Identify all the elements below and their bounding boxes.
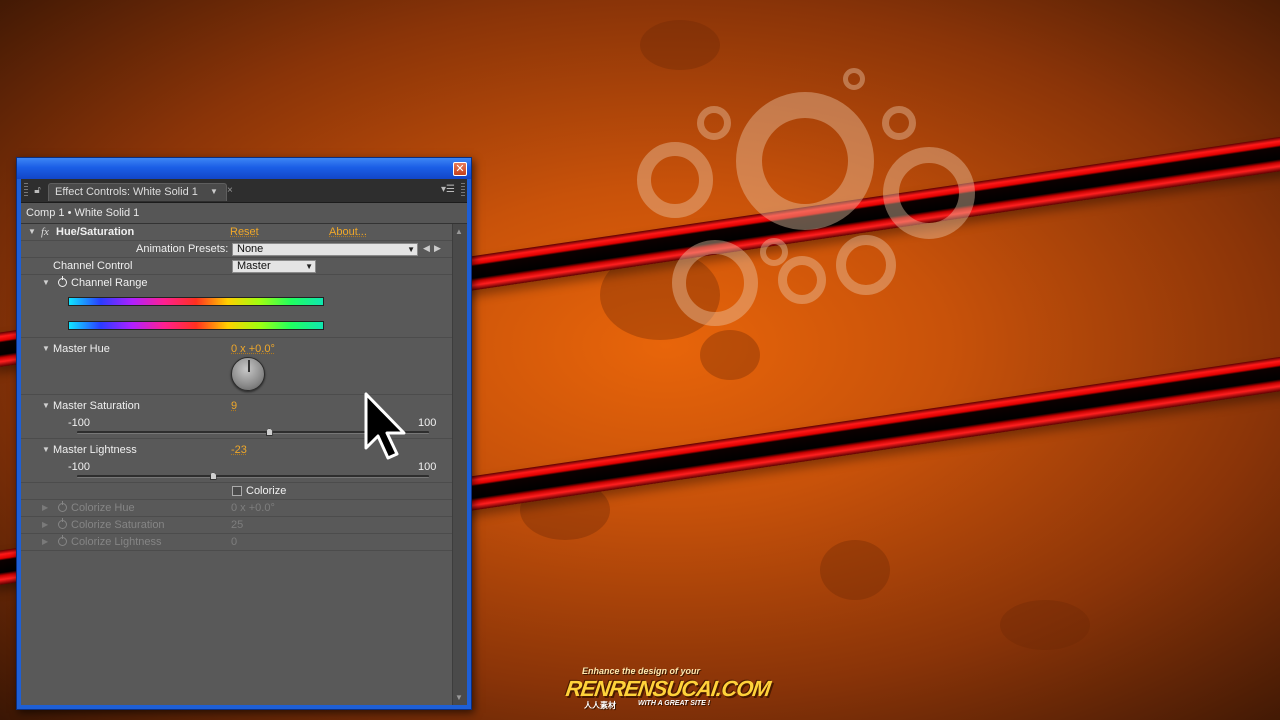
colorize-lightness-label: Colorize Lightness (58, 535, 162, 548)
stopwatch-icon[interactable] (58, 276, 67, 287)
channel-range-output-spectrum (68, 321, 324, 330)
watermark-chinese: 人人素材 (584, 701, 616, 710)
stopwatch-icon (58, 501, 67, 512)
colorize-lightness-row: ▶ Colorize Lightness 0 (21, 534, 452, 551)
colorize-saturation-text: Colorize Saturation (71, 519, 165, 531)
effect-header-row: ▼ fx Hue/Saturation Reset About... (21, 224, 452, 241)
channel-range-input-spectrum[interactable] (68, 297, 324, 306)
decor-ring (637, 142, 713, 218)
decor-ring (778, 256, 826, 304)
watermark-slogan: WITH A GREAT SITE ! (638, 700, 711, 707)
decor-ring (760, 238, 788, 266)
stopwatch-icon (58, 518, 67, 529)
colorize-hue-label: Colorize Hue (58, 501, 135, 514)
twirl-right-icon[interactable]: ▶ (42, 503, 48, 512)
colorize-saturation-label: Colorize Saturation (58, 518, 165, 531)
decor-ring (672, 240, 758, 326)
channel-range-label: Channel Range (58, 276, 148, 289)
colorize-saturation-row: ▶ Colorize Saturation 25 (21, 517, 452, 534)
master-lightness-label: Master Lightness (53, 444, 137, 456)
tab-close-icon[interactable]: × (227, 185, 233, 196)
master-lightness-value[interactable]: -23 (231, 444, 247, 456)
lightness-slider-thumb[interactable] (209, 472, 217, 480)
saturation-slider-thumb[interactable] (265, 428, 273, 436)
dropdown-arrow-icon: ▼ (305, 262, 313, 271)
colorize-hue-row: ▶ Colorize Hue 0 x +0.0° (21, 500, 452, 517)
watermark-brand: RENRENSUCAI.COM (564, 676, 772, 701)
colorize-saturation-value: 25 (231, 519, 244, 531)
colorize-checkbox[interactable] (232, 486, 242, 496)
mouse-cursor (364, 392, 406, 460)
decor-ring (836, 235, 896, 295)
colorize-hue-text: Colorize Hue (71, 502, 135, 514)
master-hue-label: Master Hue (53, 343, 110, 355)
colorize-row: Colorize (21, 483, 452, 500)
twirl-down-icon[interactable]: ▼ (42, 401, 50, 410)
twirl-down-icon[interactable]: ▼ (28, 227, 36, 236)
grip-handle-icon[interactable] (461, 183, 465, 198)
watermark-logo: Enhance the design of your RENRENSUCAI.C… (564, 666, 771, 714)
channel-control-row: Channel Control Master ▼ (21, 258, 452, 275)
master-saturation-label: Master Saturation (53, 400, 140, 412)
slider-min-label: -100 (68, 461, 91, 473)
master-hue-value[interactable]: 0 x +0.0° (231, 343, 275, 355)
twirl-right-icon[interactable]: ▶ (42, 537, 48, 546)
channel-control-dropdown[interactable]: Master ▼ (232, 260, 316, 273)
next-keyframe-icon[interactable]: ▶ (434, 243, 441, 254)
animation-presets-row: Animation Presets: None ▼ ◀ ▶ (21, 241, 452, 258)
dropdown-arrow-icon: ▼ (407, 245, 415, 254)
tab-effect-controls[interactable]: Effect Controls: White Solid 1 (48, 183, 227, 201)
stopwatch-icon (58, 535, 67, 546)
colorize-lightness-text: Colorize Lightness (71, 536, 162, 548)
hue-dial[interactable] (231, 357, 265, 391)
master-saturation-value[interactable]: 9 (231, 400, 237, 412)
channel-range-row: ▼ Channel Range (21, 275, 452, 338)
breadcrumb: Comp 1 • White Solid 1 (26, 207, 140, 219)
twirl-down-icon[interactable]: ▼ (42, 344, 50, 353)
lightness-slider-track[interactable] (77, 475, 429, 478)
twirl-down-icon[interactable]: ▼ (42, 445, 50, 454)
colorize-label: Colorize (246, 485, 287, 497)
animation-presets-value: None (237, 243, 264, 255)
slider-max-label: 100 (418, 461, 437, 473)
twirl-down-icon[interactable]: ▼ (42, 278, 50, 287)
reset-link[interactable]: Reset (230, 226, 259, 238)
colorize-hue-value: 0 x +0.0° (231, 502, 275, 514)
animation-presets-label: Animation Presets: (136, 243, 229, 255)
window-titlebar[interactable]: ✕ (17, 158, 471, 179)
slider-min-label: -100 (68, 417, 91, 429)
decor-ring (843, 68, 865, 90)
lock-icon[interactable]: 🔓︎ (31, 184, 44, 197)
scroll-down-icon[interactable]: ▼ (455, 693, 463, 702)
close-icon[interactable]: ✕ (453, 162, 467, 176)
channel-range-text: Channel Range (71, 277, 148, 289)
dropdown-arrow-icon[interactable]: ▼ (210, 187, 218, 196)
panel-menu-icon[interactable]: ▾☰ (441, 184, 455, 195)
decor-ring (882, 106, 916, 140)
decor-ring (883, 147, 975, 239)
colorize-lightness-value: 0 (231, 536, 238, 548)
decor-ring (697, 106, 731, 140)
prev-keyframe-icon[interactable]: ◀ (423, 243, 430, 254)
about-link[interactable]: About... (329, 226, 367, 238)
vertical-scrollbar[interactable]: ▲ ▼ (452, 224, 467, 705)
decor-ring (736, 92, 874, 230)
red-stripe-bottom (460, 352, 1280, 512)
watermark-tagline: Enhance the design of your (582, 666, 701, 676)
effect-name: Hue/Saturation (56, 226, 135, 238)
animation-presets-dropdown[interactable]: None ▼ (232, 243, 418, 256)
master-hue-row: ▼ Master Hue 0 x +0.0° (21, 338, 452, 395)
panel-tab-bar: 🔓︎ Effect Controls: White Solid 1 ▼ × ▾☰ (21, 179, 467, 203)
slider-max-label: 100 (418, 417, 437, 429)
channel-control-value: Master (237, 260, 271, 272)
grip-handle-icon[interactable] (24, 183, 28, 198)
fx-toggle-icon[interactable]: fx (41, 226, 49, 238)
tab-label: Effect Controls: White Solid 1 (55, 186, 198, 198)
scroll-up-icon[interactable]: ▲ (455, 227, 463, 236)
channel-control-label: Channel Control (53, 260, 133, 272)
effect-properties: ▲ ▼ ▼ fx Hue/Saturation Reset About... A… (21, 223, 467, 705)
twirl-right-icon[interactable]: ▶ (42, 520, 48, 529)
